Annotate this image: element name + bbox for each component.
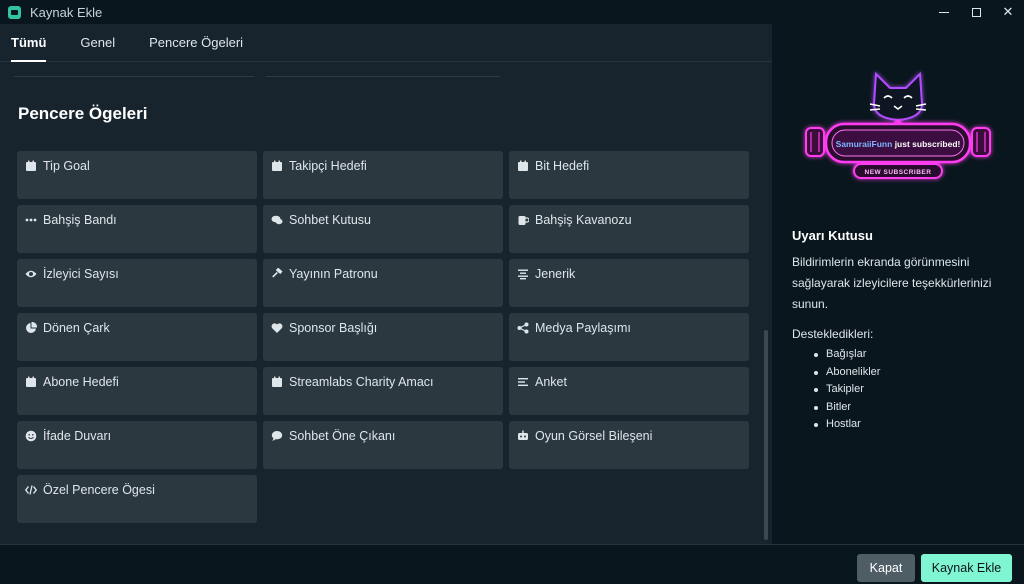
chat-icon — [270, 213, 284, 227]
widget-card-label: Sohbet Öne Çıkanı — [289, 429, 396, 443]
widget-card[interactable]: Tip Goal — [17, 151, 257, 199]
eye-icon — [24, 267, 38, 281]
widget-card-label: Bahşiş Kavanozu — [535, 213, 632, 227]
supports-item: Takipler — [814, 381, 880, 399]
widget-card[interactable]: Takipçi Hedefi — [263, 151, 503, 199]
widget-card[interactable]: Özel Pencere Ögesi — [17, 475, 257, 523]
widget-card[interactable]: Sohbet Öne Çıkanı — [263, 421, 503, 469]
tab-bar: Tümü Genel Pencere Ögeleri — [0, 24, 772, 62]
widget-card[interactable]: Abone Hedefi — [17, 367, 257, 415]
tab-widgets[interactable]: Pencere Ögeleri — [149, 24, 243, 62]
widget-card[interactable]: Dönen Çark — [17, 313, 257, 361]
game-icon — [516, 429, 530, 443]
widget-card[interactable]: Oyun Görsel Bileşeni — [509, 421, 749, 469]
hammer-icon — [270, 267, 284, 281]
widget-card-label: Abone Hedefi — [43, 375, 119, 389]
supports-item: Abonelikler — [814, 364, 880, 382]
widget-card-label: Yayının Patronu — [289, 267, 378, 281]
widget-card-label: Dönen Çark — [43, 321, 110, 335]
title-bar: Kaynak Ekle ✕ — [0, 0, 1024, 24]
section-title: Pencere Ögeleri — [18, 104, 148, 123]
app-logo-icon — [8, 5, 21, 19]
widget-card[interactable]: Medya Paylaşımı — [509, 313, 749, 361]
calendar-icon — [516, 159, 530, 173]
widget-card-label: Medya Paylaşımı — [535, 321, 631, 335]
widget-card-label: İzleyici Sayısı — [43, 267, 119, 281]
heart-icon — [270, 321, 284, 335]
widget-card[interactable]: Sohbet Kutusu — [263, 205, 503, 253]
close-icon[interactable]: ✕ — [992, 0, 1024, 24]
widget-card[interactable]: Yayının Patronu — [263, 259, 503, 307]
widget-card-label: Anket — [535, 375, 567, 389]
supports-item: Hostlar — [814, 416, 880, 434]
close-button[interactable]: Kapat — [857, 554, 915, 582]
code-icon — [24, 483, 38, 497]
preview-badge: NEW SUBSCRIBER — [865, 169, 932, 176]
jar-icon — [516, 213, 530, 227]
pie-icon — [24, 321, 38, 335]
widget-card[interactable]: Bahşiş Bandı — [17, 205, 257, 253]
dots-icon — [24, 213, 38, 227]
footer: Kapat Kaynak Ekle — [0, 544, 1024, 584]
supports-title: Destekledikleri: — [792, 327, 874, 341]
widget-card[interactable]: İfade Duvarı — [17, 421, 257, 469]
widget-grid: Tip Goal Takipçi Hedefi Bit Hedefi Bahşiş B… — [17, 151, 749, 523]
share-icon — [516, 321, 530, 335]
calendar-icon — [270, 159, 284, 173]
widget-title: Uyarı Kutusu — [792, 228, 873, 243]
calendar-icon — [24, 375, 38, 389]
divider — [266, 76, 500, 77]
supports-item: Bağışlar — [814, 346, 880, 364]
widget-card-label: Sponsor Başlığı — [289, 321, 378, 335]
supports-list: Bağışlar Abonelikler Takipler Bitler Hostlar — [814, 346, 880, 434]
widget-card[interactable]: Bahşiş Kavanozu — [509, 205, 749, 253]
preview-message: just subscribed! — [892, 139, 960, 149]
widget-card-label: Jenerik — [535, 267, 576, 281]
widget-card[interactable]: Sponsor Başlığı — [263, 313, 503, 361]
info-panel: SamuraiiFunn just subscribed! NEW SUBSCR… — [772, 24, 1024, 544]
widget-card-label: Bahşiş Bandı — [43, 213, 117, 227]
widget-card[interactable]: Bit Hedefi — [509, 151, 749, 199]
widget-card-label: Bit Hedefi — [535, 159, 590, 173]
alert-preview-image: SamuraiiFunn just subscribed! NEW SUBSCR… — [798, 66, 998, 186]
widget-card-label: Oyun Görsel Bileşeni — [535, 429, 653, 443]
bubble-icon — [270, 429, 284, 443]
align-icon — [516, 267, 530, 281]
scrollbar[interactable] — [764, 330, 768, 540]
smile-icon — [24, 429, 38, 443]
widget-description: Bildirimlerin ekranda görünmesini sağlay… — [792, 255, 992, 311]
widget-card[interactable]: Jenerik — [509, 259, 749, 307]
add-source-button[interactable]: Kaynak Ekle — [921, 554, 1012, 582]
tab-all[interactable]: Tümü — [11, 24, 47, 62]
calendar-icon — [270, 375, 284, 389]
svg-text:SamuraiiFunn just subscribed!: SamuraiiFunn just subscribed! — [836, 139, 961, 149]
widget-card-label: Özel Pencere Ögesi — [43, 483, 155, 497]
preview-username: SamuraiiFunn — [836, 139, 893, 149]
maximize-icon[interactable] — [960, 0, 992, 24]
tab-general[interactable]: Genel — [80, 24, 115, 62]
divider — [14, 76, 254, 77]
supports-item: Bitler — [814, 399, 880, 417]
widget-card-label: Streamlabs Charity Amacı — [289, 375, 434, 389]
minimize-icon[interactable] — [928, 0, 960, 24]
widget-card-label: Tip Goal — [43, 159, 90, 173]
widget-card-label: İfade Duvarı — [43, 429, 112, 443]
source-list-panel: Tümü Genel Pencere Ögeleri Pencere Ögele… — [0, 24, 772, 544]
calendar-icon — [24, 159, 38, 173]
widget-card-label: Takipçi Hedefi — [289, 159, 367, 173]
widget-card[interactable]: Anket — [509, 367, 749, 415]
widget-card[interactable]: İzleyici Sayısı — [17, 259, 257, 307]
window-title: Kaynak Ekle — [30, 4, 103, 20]
list-icon — [516, 375, 530, 389]
widget-card[interactable]: Streamlabs Charity Amacı — [263, 367, 503, 415]
widget-card-label: Sohbet Kutusu — [289, 213, 372, 227]
